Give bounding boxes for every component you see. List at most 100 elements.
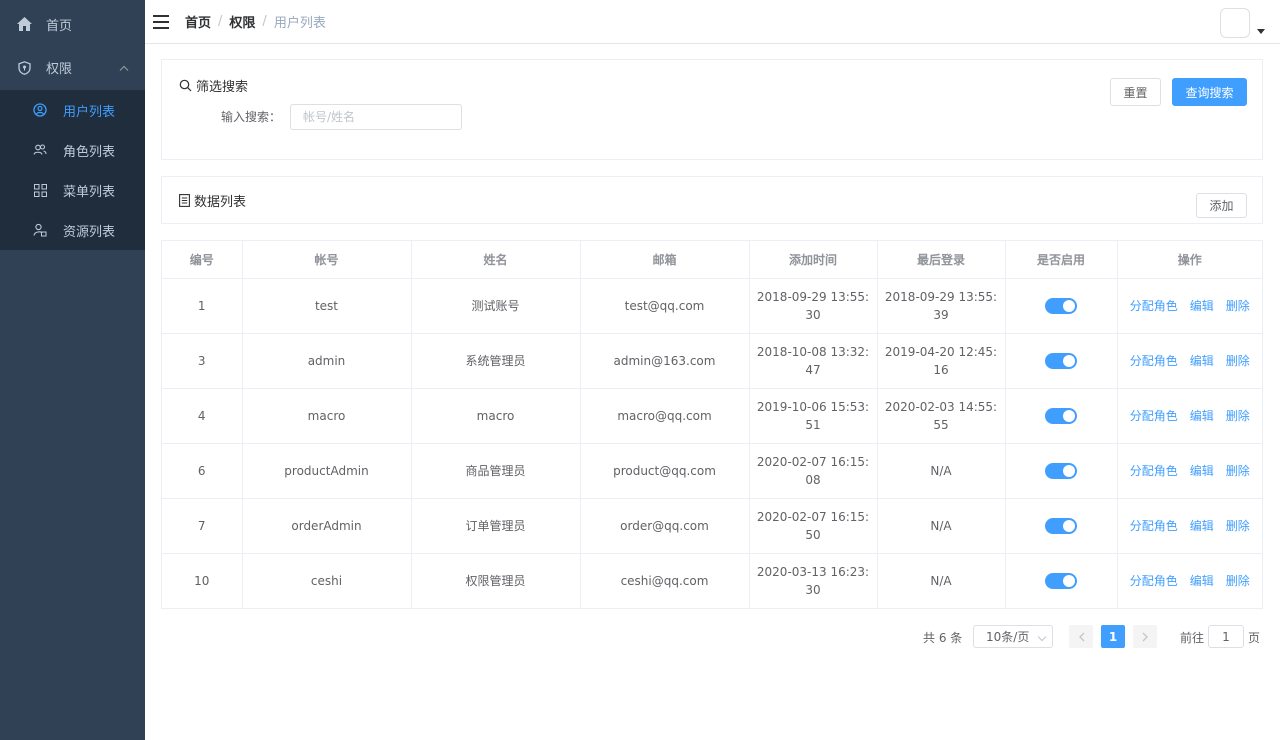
table-row: 1 test 测试账号 test@qq.com 2018-09-29 13:55… [162, 278, 1262, 334]
sidebar-item-label: 首页 [46, 18, 73, 34]
goto-page-input[interactable] [1208, 625, 1244, 648]
cell-actions: 分配角色 编辑 删除 [1117, 553, 1262, 608]
assign-role-button[interactable]: 分配角色 [1130, 297, 1178, 315]
hamburger-icon[interactable] [153, 14, 169, 29]
data-list-title-text: 数据列表 [194, 195, 247, 210]
home-icon [16, 16, 32, 32]
enabled-toggle[interactable] [1045, 353, 1077, 369]
sidebar-item-menus[interactable]: 菜单列表 [0, 170, 145, 210]
col-header-id: 编号 [162, 241, 243, 279]
table-row: 3 admin 系统管理员 admin@163.com 2018-10-08 1… [162, 333, 1262, 389]
page-suffix: 页 [1248, 631, 1261, 645]
col-header-account: 帐号 [242, 241, 412, 279]
cell-email: test@qq.com [580, 278, 750, 334]
sidebar-item-label: 用户列表 [63, 104, 116, 120]
col-header-last-login: 最后登录 [877, 241, 1006, 279]
cell-last-login: 2018-09-29 13:55:39 [877, 278, 1006, 334]
cell-email: macro@qq.com [580, 388, 750, 444]
cell-name: 权限管理员 [411, 553, 581, 608]
permission-submenu: 用户列表 角色列表 菜单列表 资源列表 [0, 90, 145, 250]
delete-button[interactable]: 删除 [1226, 297, 1250, 315]
reset-button[interactable]: 重置 [1110, 78, 1161, 106]
add-button[interactable]: 添加 [1196, 193, 1247, 218]
edit-button[interactable]: 编辑 [1190, 407, 1214, 425]
pagination: 共 6 条 10条/页 1 前往 页 [0, 625, 1280, 649]
cell-account: orderAdmin [242, 498, 412, 554]
assign-role-button[interactable]: 分配角色 [1130, 572, 1178, 590]
table-row: 10 ceshi 权限管理员 ceshi@qq.com 2020-03-13 1… [162, 553, 1262, 608]
shield-icon [16, 60, 32, 76]
page-size-select[interactable]: 10条/页 [973, 625, 1053, 648]
edit-button[interactable]: 编辑 [1190, 517, 1214, 535]
sidebar-item-label: 权限 [46, 62, 73, 77]
chevron-up-icon [119, 60, 129, 75]
search-input[interactable] [290, 104, 462, 130]
enabled-toggle[interactable] [1045, 573, 1077, 590]
data-list-title: 数据列表 [179, 191, 246, 210]
sidebar-item-resources[interactable]: 资源列表 [0, 210, 145, 250]
enabled-toggle[interactable] [1045, 518, 1077, 534]
sidebar-item-permission[interactable]: 权限 [0, 45, 145, 90]
filter-title: 筛选搜索 [179, 76, 248, 95]
chevron-down-icon [1037, 632, 1047, 642]
cell-created: 2020-02-07 16:15:50 [749, 498, 878, 554]
user-circle-icon [32, 102, 48, 118]
next-page-button[interactable] [1133, 625, 1157, 648]
page-size-value: 10条/页 [986, 630, 1030, 644]
sidebar-item-home[interactable]: 首页 [0, 0, 145, 45]
breadcrumb-permission[interactable]: 权限 [229, 12, 255, 31]
delete-button[interactable]: 删除 [1226, 407, 1250, 425]
user-table: 编号 帐号 姓名 邮箱 添加时间 最后登录 是否启用 操作 1 test 测试账… [161, 240, 1263, 609]
cell-last-login: N/A [877, 443, 1006, 499]
chevron-right-icon [1142, 632, 1148, 641]
enabled-toggle[interactable] [1045, 408, 1077, 424]
col-header-email: 邮箱 [580, 241, 750, 279]
query-button[interactable]: 查询搜索 [1172, 78, 1247, 106]
cell-id: 10 [162, 553, 243, 608]
assign-role-button[interactable]: 分配角色 [1130, 462, 1178, 480]
edit-button[interactable]: 编辑 [1190, 297, 1214, 315]
edit-button[interactable]: 编辑 [1190, 572, 1214, 590]
table-header-row: 编号 帐号 姓名 邮箱 添加时间 最后登录 是否启用 操作 [162, 241, 1262, 279]
sidebar-item-label: 角色列表 [63, 144, 116, 160]
cell-created: 2020-02-07 16:15:08 [749, 443, 878, 499]
breadcrumb-home[interactable]: 首页 [185, 12, 211, 31]
cell-name: 商品管理员 [411, 443, 581, 499]
pagination-total: 共 6 条 [923, 631, 963, 645]
delete-button[interactable]: 删除 [1226, 517, 1250, 535]
assign-role-button[interactable]: 分配角色 [1130, 407, 1178, 425]
cell-account: macro [242, 388, 412, 444]
cell-enabled [1005, 498, 1118, 554]
delete-button[interactable]: 删除 [1226, 572, 1250, 590]
enabled-toggle[interactable] [1045, 463, 1077, 479]
edit-button[interactable]: 编辑 [1190, 462, 1214, 480]
page-number[interactable]: 1 [1101, 625, 1125, 648]
cell-id: 7 [162, 498, 243, 554]
cell-name: 测试账号 [411, 278, 581, 334]
data-list-card: 数据列表 添加 [161, 176, 1263, 224]
search-label: 输入搜索： [221, 110, 282, 124]
avatar[interactable] [1220, 8, 1250, 38]
sidebar-item-roles[interactable]: 角色列表 [0, 130, 145, 170]
cell-actions: 分配角色 编辑 删除 [1117, 443, 1262, 499]
assign-role-button[interactable]: 分配角色 [1130, 517, 1178, 535]
navbar: 首页 / 权限 / 用户列表 [145, 0, 1280, 44]
assign-role-button[interactable]: 分配角色 [1130, 352, 1178, 370]
delete-button[interactable]: 删除 [1226, 462, 1250, 480]
prev-page-button[interactable] [1069, 625, 1093, 648]
edit-button[interactable]: 编辑 [1190, 352, 1214, 370]
caret-down-icon[interactable] [1257, 29, 1265, 34]
col-header-enabled: 是否启用 [1005, 241, 1118, 279]
cell-enabled [1005, 388, 1118, 444]
enabled-toggle[interactable] [1045, 298, 1077, 314]
cell-account: admin [242, 333, 412, 389]
filter-title-text: 筛选搜索 [196, 80, 249, 95]
sidebar-item-users[interactable]: 用户列表 [0, 90, 145, 130]
delete-button[interactable]: 删除 [1226, 352, 1250, 370]
cell-enabled [1005, 553, 1118, 608]
cell-id: 3 [162, 333, 243, 389]
cell-actions: 分配角色 编辑 删除 [1117, 498, 1262, 554]
cell-enabled [1005, 333, 1118, 389]
cell-email: admin@163.com [580, 333, 750, 389]
cell-actions: 分配角色 编辑 删除 [1117, 388, 1262, 444]
